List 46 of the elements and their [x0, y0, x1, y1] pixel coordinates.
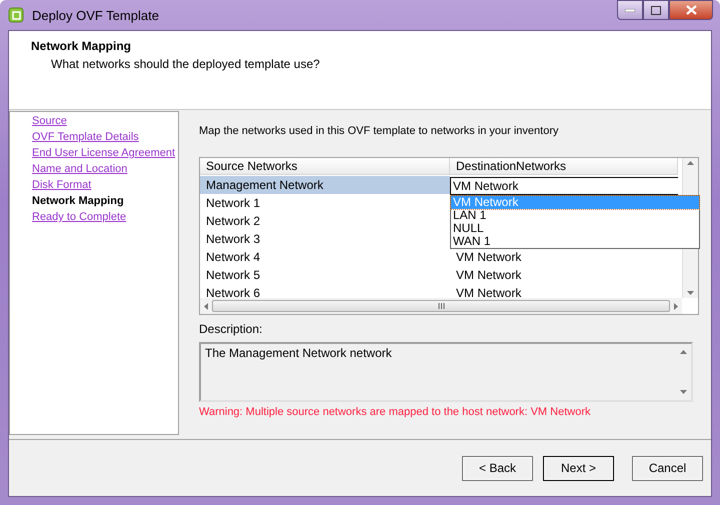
- grip-icon: [438, 303, 444, 309]
- source-cell[interactable]: Management Network: [200, 176, 450, 194]
- step-link[interactable]: End User License Agreement: [32, 147, 178, 160]
- back-button[interactable]: < Back: [462, 456, 533, 480]
- description-label: Description:: [199, 322, 264, 336]
- scroll-up-icon[interactable]: [680, 350, 687, 354]
- close-button[interactable]: [669, 0, 713, 20]
- minimize-button[interactable]: [617, 0, 643, 20]
- column-header[interactable]: Source Networks: [200, 158, 450, 175]
- app-logo-icon: [8, 7, 24, 23]
- destination-combo[interactable]: VM Network: [450, 177, 678, 195]
- scroll-left-icon[interactable]: [204, 302, 208, 310]
- step-link[interactable]: Disk Format: [32, 179, 178, 192]
- column-header[interactable]: DestinationNetworks: [450, 158, 678, 175]
- destination-cell[interactable]: VM Network: [450, 266, 678, 284]
- maximize-button[interactable]: [643, 0, 669, 20]
- page-title: Network Mapping: [31, 39, 132, 53]
- warning-text: Warning: Multiple source networks are mapped to the host network: VM Network: [199, 406, 592, 418]
- source-cell[interactable]: Network 2: [200, 212, 450, 230]
- step-link[interactable]: Network Mapping: [32, 195, 178, 208]
- description-text: The Management Network network: [205, 346, 392, 362]
- scroll-right-icon[interactable]: [674, 302, 678, 310]
- source-cell[interactable]: Network 1: [200, 194, 450, 212]
- maximize-icon: [651, 6, 661, 14]
- intro-text: Map the networks used in this OVF template to networks in your inventory: [199, 125, 560, 137]
- destination-cell[interactable]: VM Network: [450, 248, 678, 266]
- step-link[interactable]: Ready to Complete: [32, 211, 178, 224]
- scroll-down-icon[interactable]: [687, 291, 694, 295]
- horizontal-scrollbar[interactable]: [200, 298, 682, 314]
- window-title: Deploy OVF Template: [32, 8, 159, 22]
- source-cell[interactable]: Network 6: [200, 284, 450, 298]
- minimize-icon: [625, 8, 635, 12]
- step-link[interactable]: OVF Template Details: [32, 131, 178, 144]
- dropdown-option[interactable]: LAN 1: [451, 209, 699, 222]
- cancel-button[interactable]: Cancel: [632, 456, 703, 480]
- source-cell[interactable]: Network 4: [200, 248, 450, 266]
- scroll-up-icon[interactable]: [687, 161, 694, 165]
- close-icon: [686, 5, 696, 15]
- page-subtitle: What networks should the deployed template use?: [51, 57, 321, 71]
- scroll-down-icon[interactable]: [680, 390, 687, 394]
- destination-cell[interactable]: VM Network: [450, 284, 678, 298]
- source-cell[interactable]: Network 5: [200, 266, 450, 284]
- step-link[interactable]: Name and Location: [32, 163, 178, 176]
- source-cell[interactable]: Network 3: [200, 230, 450, 248]
- next-button[interactable]: Next >: [543, 456, 614, 480]
- step-link[interactable]: Source: [32, 115, 178, 128]
